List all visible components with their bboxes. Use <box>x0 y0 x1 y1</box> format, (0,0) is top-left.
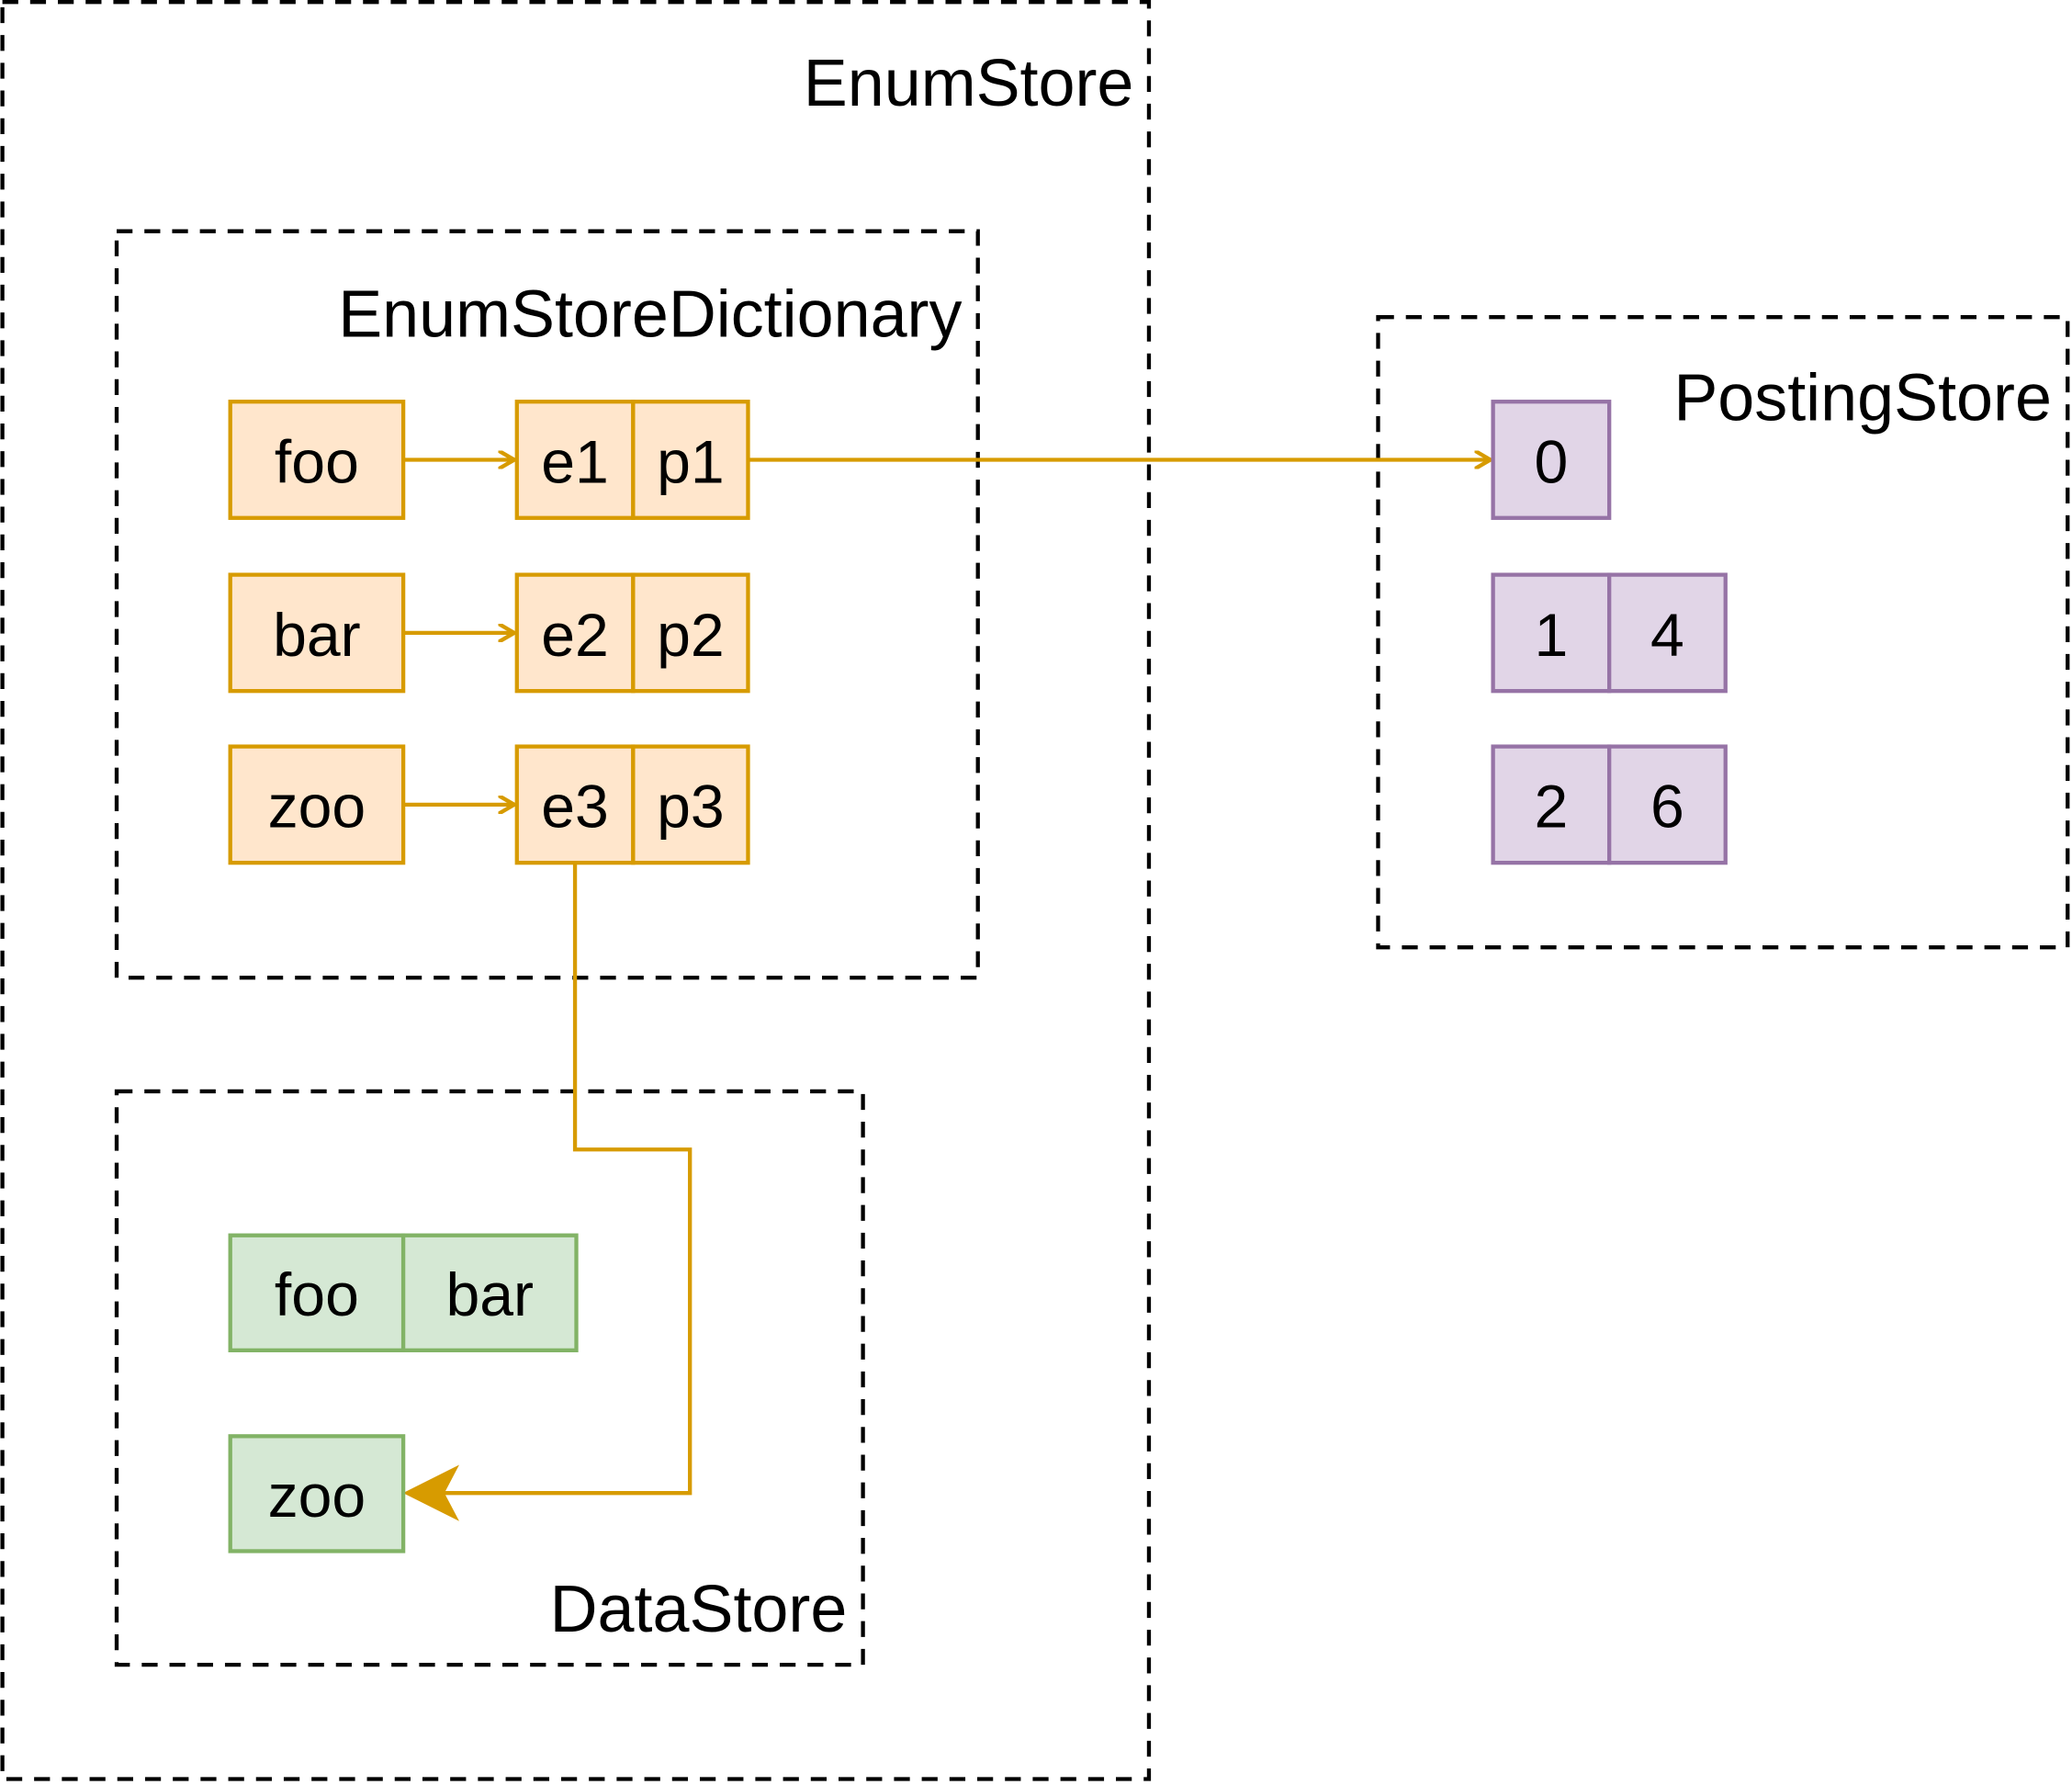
dict-key-bar: bar <box>228 572 406 694</box>
dict-entry-p1-text: p1 <box>657 428 725 496</box>
dict-key-zoo-text: zoo <box>268 774 366 842</box>
dict-key-foo-text: foo <box>275 428 359 496</box>
dict-entry-e2-text: e2 <box>541 602 609 670</box>
data-store-container: DataStore <box>114 1089 865 1667</box>
datastore-foo: foo <box>228 1233 406 1352</box>
datastore-bar: bar <box>400 1233 579 1352</box>
posting-0-0: 0 <box>1491 400 1612 520</box>
datastore-foo-text: foo <box>275 1261 359 1329</box>
enum-store-dictionary-label: EnumStoreDictionary <box>338 278 962 352</box>
edge-e3-datastore-zoo <box>436 863 693 1496</box>
dict-entry-p1: p1 <box>631 400 750 520</box>
posting-2-1-text: 6 <box>1650 774 1684 842</box>
posting-2-0-text: 2 <box>1534 774 1568 842</box>
posting-1-0: 1 <box>1491 572 1612 694</box>
posting-store-label: PostingStore <box>1673 361 2052 435</box>
dict-entry-e1: e1 <box>514 400 636 520</box>
data-store-label: DataStore <box>550 1573 848 1646</box>
enum-store-label: EnumStore <box>804 47 1134 120</box>
datastore-zoo: zoo <box>228 1434 406 1553</box>
dict-entry-p2: p2 <box>631 572 750 694</box>
dict-entry-e1-text: e1 <box>541 428 609 496</box>
posting-1-0-text: 1 <box>1534 602 1568 670</box>
dict-key-bar-text: bar <box>273 602 361 670</box>
dict-entry-p3: p3 <box>631 744 750 865</box>
posting-0-0-text: 0 <box>1534 428 1568 496</box>
dict-key-foo: foo <box>228 400 406 520</box>
posting-2-0: 2 <box>1491 744 1612 865</box>
dict-key-zoo: zoo <box>228 744 406 865</box>
dict-entry-e3-text: e3 <box>541 774 609 842</box>
posting-1-1: 4 <box>1607 572 1728 694</box>
dict-entry-p2-text: p2 <box>657 602 725 670</box>
datastore-bar-text: bar <box>446 1261 535 1329</box>
datastore-zoo-text: zoo <box>268 1463 366 1531</box>
dict-entry-e2: e2 <box>514 572 636 694</box>
posting-1-1-text: 4 <box>1650 602 1684 670</box>
dict-entry-e3: e3 <box>514 744 636 865</box>
posting-2-1: 6 <box>1607 744 1728 865</box>
dict-entry-p3-text: p3 <box>657 774 725 842</box>
diagram-canvas: EnumStore EnumStoreDictionary DataStore … <box>0 0 2070 1781</box>
